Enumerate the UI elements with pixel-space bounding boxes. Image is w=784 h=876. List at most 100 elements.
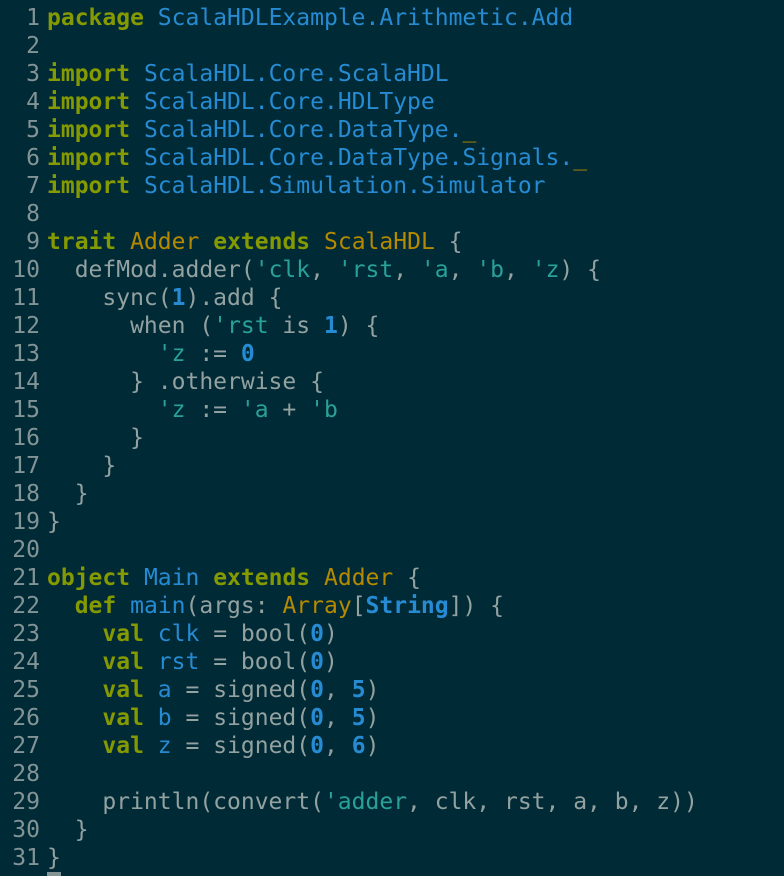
code-token-plain: { (434, 229, 463, 255)
code-line[interactable]: 24 val rst = bool(0) (0, 648, 784, 676)
line-number: 12 (12, 313, 40, 339)
code-token-plain: , (448, 257, 477, 283)
code-line[interactable]: 28 (0, 760, 784, 788)
code-line[interactable]: 7 import ScalaHDL.Simulation.Simulator (0, 172, 784, 200)
code-line[interactable]: 30 } (0, 816, 784, 844)
code-line[interactable]: 11 sync(1).add { (0, 284, 784, 312)
code-line[interactable]: 13 'z := 0 (0, 340, 784, 368)
code-token-keyword: val (102, 649, 144, 675)
code-line[interactable]: 27 val z = signed(0, 6) (0, 732, 784, 760)
code-line[interactable]: 12 when ('rst is 1) { (0, 312, 784, 340)
code-line[interactable]: 18 } (0, 480, 784, 508)
code-token-keyword: import (47, 117, 131, 143)
code-line[interactable]: 19} (0, 508, 784, 536)
code-text: } (40, 452, 784, 480)
line-number: 19 (12, 509, 40, 535)
code-line[interactable]: 9 trait Adder extends ScalaHDL { (0, 228, 784, 256)
code-token-keyword: trait (47, 229, 117, 255)
code-line[interactable]: 25 val a = signed(0, 5) (0, 676, 784, 704)
code-line[interactable]: 23 val clk = bool(0) (0, 620, 784, 648)
code-token-plain: ) (365, 677, 380, 703)
code-line[interactable]: 14 } .otherwise { (0, 368, 784, 396)
line-number: 25 (12, 677, 40, 703)
code-token-symbol: 'adder (323, 789, 408, 815)
code-line[interactable]: 31} (0, 844, 784, 872)
code-token-class: Adder (324, 565, 394, 591)
code-token-plain: } (47, 425, 144, 451)
code-text: } .otherwise { (40, 368, 784, 396)
code-token-plain: + (268, 397, 311, 423)
code-token-plain: = signed( (171, 705, 311, 731)
line-number: 4 (26, 89, 40, 115)
code-token-plain: { (393, 565, 421, 591)
code-token-keyword: import (47, 145, 131, 171)
code-line[interactable]: 8 (0, 200, 784, 228)
code-token-plain: ) (323, 649, 338, 675)
code-token-number: 0 (310, 705, 324, 731)
code-line[interactable]: 26 val b = signed(0, 5) (0, 704, 784, 732)
code-token-plain: (args: (185, 593, 283, 619)
code-token-plain: is (268, 313, 324, 339)
code-text: import ScalaHDL.Core.DataType.Signals._ (40, 144, 784, 172)
code-line[interactable]: 3 import ScalaHDL.Core.ScalaHDL (0, 60, 784, 88)
code-text: } (40, 844, 784, 872)
code-token-plain: , (504, 257, 532, 283)
code-token-symbol: 'z (157, 341, 186, 367)
code-token-ident: Main (143, 565, 200, 591)
code-line[interactable]: 20 (0, 536, 784, 564)
code-line[interactable]: 29 println(convert('adder, clk, rst, a, … (0, 788, 784, 816)
line-number: 3 (26, 61, 40, 87)
code-token-cursor: _ (573, 145, 588, 171)
code-line[interactable]: 1 package ScalaHDLExample.Arithmetic.Add (0, 4, 784, 32)
code-line[interactable]: 10 defMod.adder('clk, 'rst, 'a, 'b, 'z) … (0, 256, 784, 284)
code-token-plain: defMod.adder( (47, 257, 255, 283)
line-number: 20 (12, 537, 40, 563)
code-token-number: 1 (323, 313, 338, 339)
code-token-plain: } (47, 817, 89, 843)
line-number: 7 (26, 173, 40, 199)
code-text: } (40, 508, 784, 536)
code-token-number: 0 (310, 621, 324, 647)
line-number: 15 (12, 397, 40, 423)
code-line[interactable]: 4 import ScalaHDL.Core.HDLType (0, 88, 784, 116)
code-editor[interactable]: 1 package ScalaHDLExample.Arithmetic.Add 2… (0, 4, 784, 872)
code-line[interactable]: 22 def main(args: Array[String]) { (0, 592, 784, 620)
code-line[interactable]: 16 } (0, 424, 784, 452)
code-token-plain: when ( (47, 313, 214, 339)
code-line[interactable]: 2 (0, 32, 784, 60)
code-token-ident: clk (157, 621, 200, 647)
code-token-number: 0 (310, 677, 324, 703)
code-line[interactable]: 6 import ScalaHDL.Core.DataType.Signals._ (0, 144, 784, 172)
code-token-number: 5 (351, 705, 366, 731)
code-token-plain: ) { (337, 313, 380, 339)
code-line[interactable]: 5 import ScalaHDL.Core.DataType._ (0, 116, 784, 144)
code-line[interactable]: 15 'z := 'a + 'b (0, 396, 784, 424)
code-token-plain: ) (365, 733, 380, 759)
code-token-plain: ]) { (448, 593, 505, 619)
code-line[interactable]: 17 } (0, 452, 784, 480)
code-line[interactable]: 21 object Main extends Adder { (0, 564, 784, 592)
text-cursor (47, 872, 61, 876)
line-number: 17 (12, 453, 40, 479)
line-number: 18 (12, 481, 40, 507)
code-token-symbol: 'b (310, 397, 338, 423)
line-number: 6 (26, 145, 40, 171)
code-text: defMod.adder('clk, 'rst, 'a, 'b, 'z) { (40, 256, 784, 284)
